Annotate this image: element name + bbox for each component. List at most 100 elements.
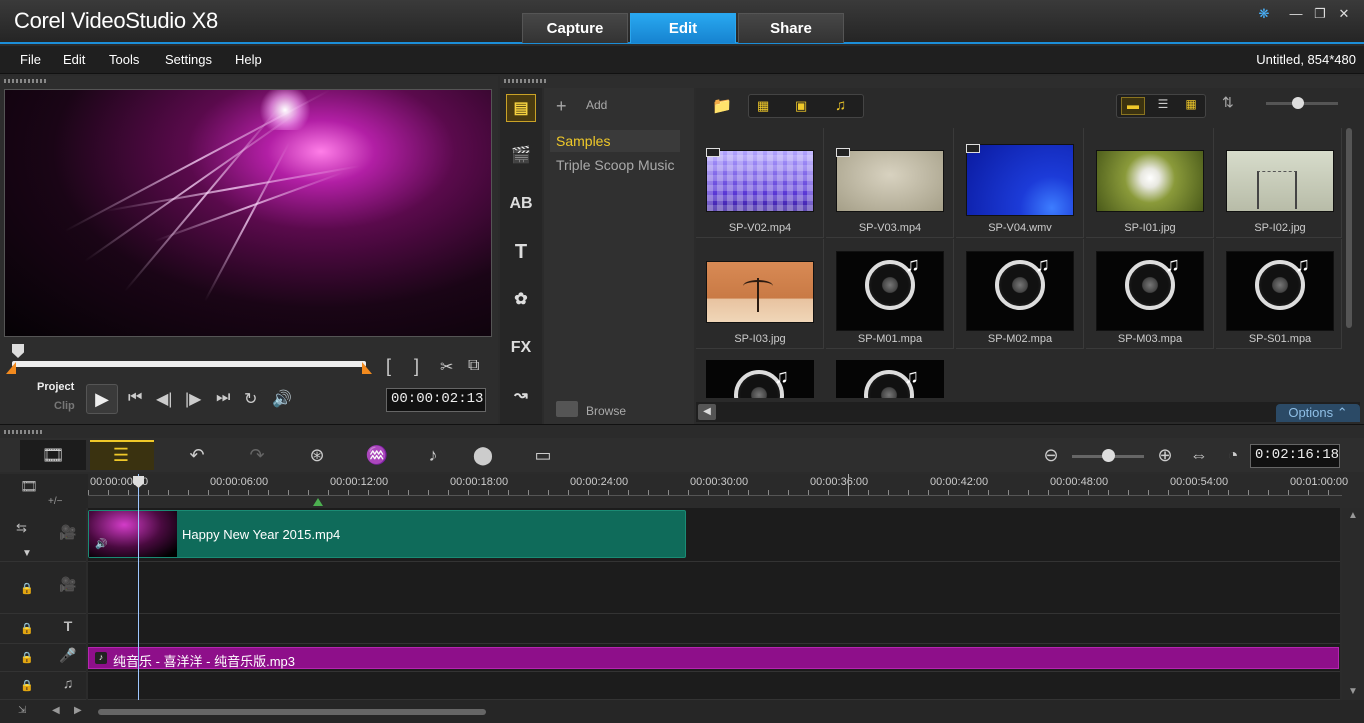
- fit-project-icon[interactable]: ⇔: [1182, 442, 1216, 468]
- help-icon[interactable]: ❋: [1254, 6, 1274, 22]
- lock-icon[interactable]: 🔒: [20, 582, 34, 595]
- timeline-vscroll[interactable]: ▲ ▼: [1342, 508, 1364, 700]
- tab-capture[interactable]: Capture: [522, 13, 628, 43]
- media-icon[interactable]: ▤: [506, 94, 536, 122]
- end-icon[interactable]: ⏭: [216, 389, 230, 407]
- show-videos-icon[interactable]: ▦: [757, 98, 779, 114]
- show-audio-icon[interactable]: ♫: [835, 97, 857, 114]
- chevron-down-icon[interactable]: ▼: [22, 548, 32, 559]
- library-item[interactable]: ♫: [836, 360, 944, 398]
- music-track[interactable]: [88, 672, 1340, 700]
- options-button[interactable]: Options ⌃: [1276, 404, 1360, 422]
- filter-icon[interactable]: FX: [506, 334, 536, 362]
- split-clip-icon[interactable]: ✂: [440, 357, 453, 377]
- marker-icon[interactable]: [313, 498, 323, 506]
- ripple-editing-icon[interactable]: ⇆: [16, 520, 27, 536]
- mode-project[interactable]: Project: [37, 381, 74, 393]
- motion-tracking-icon[interactable]: ⬤: [466, 442, 500, 468]
- duration-icon[interactable]: ◔: [1216, 442, 1250, 468]
- redo-icon[interactable]: ↷: [240, 442, 274, 468]
- graphic-icon[interactable]: ✿: [506, 286, 536, 314]
- restore-button[interactable]: ❐: [1310, 6, 1330, 22]
- folder-icon[interactable]: 📁: [712, 96, 734, 115]
- zoom-in-icon[interactable]: ⊕: [1148, 442, 1182, 468]
- mark-out-button[interactable]: ]: [414, 356, 419, 377]
- library-item[interactable]: SP-V04.wmv: [956, 128, 1084, 238]
- thumbnail-view-icon[interactable]: ▦: [1179, 97, 1203, 115]
- lock-icon[interactable]: 🔒: [20, 679, 34, 692]
- overlay-track[interactable]: [88, 562, 1340, 614]
- scrub-bar[interactable]: [12, 361, 366, 367]
- subtitle-editor-icon[interactable]: ▭: [526, 442, 560, 468]
- timeline-hscroll-thumb[interactable]: [98, 709, 486, 715]
- thumbnail-size-handle[interactable]: [1292, 97, 1304, 109]
- menu-help[interactable]: Help: [235, 52, 262, 67]
- zoom-handle[interactable]: [1102, 449, 1115, 462]
- library-item[interactable]: SP-V02.mp4: [696, 128, 824, 238]
- library-item[interactable]: SP-V03.mp4: [826, 128, 954, 238]
- add-remove-chapter[interactable]: +/−: [48, 496, 62, 507]
- title-track[interactable]: [88, 614, 1340, 644]
- playhead[interactable]: [138, 474, 139, 700]
- volume-icon[interactable]: 🔊: [272, 389, 292, 409]
- instant-project-icon[interactable]: 🎬: [506, 142, 536, 170]
- library-item[interactable]: SP-I02.jpg: [1216, 128, 1342, 238]
- tab-edit[interactable]: Edit: [630, 13, 736, 43]
- lock-icon[interactable]: 🔒: [20, 622, 34, 635]
- next-frame-icon[interactable]: |▶: [185, 389, 201, 409]
- scroll-left-icon[interactable]: ◀: [52, 705, 60, 716]
- menu-settings[interactable]: Settings: [165, 52, 212, 67]
- storyboard-view-icon[interactable]: ▬: [1121, 97, 1145, 115]
- path-icon[interactable]: ↝: [506, 382, 536, 410]
- record-capture-icon[interactable]: ⊛: [300, 442, 334, 468]
- zoom-out-icon[interactable]: ⊖: [1034, 442, 1068, 468]
- repeat-icon[interactable]: ↻: [244, 389, 257, 409]
- panel-grip[interactable]: [504, 79, 548, 83]
- video-clip[interactable]: 🔊 Happy New Year 2015.mp4: [88, 510, 686, 558]
- mode-clip[interactable]: Clip: [54, 400, 75, 412]
- add-folder-button[interactable]: Add: [586, 98, 607, 112]
- home-icon[interactable]: ⏮: [128, 389, 142, 407]
- panel-grip[interactable]: [4, 79, 48, 83]
- title-icon[interactable]: T: [506, 238, 536, 266]
- undo-icon[interactable]: ↶: [180, 442, 214, 468]
- video-track-icon[interactable]: 🎥: [54, 524, 82, 546]
- scroll-right-icon[interactable]: ▶: [74, 705, 82, 716]
- scroll-down-icon[interactable]: ▼: [1348, 686, 1358, 697]
- overlay-track-icon[interactable]: 🎥: [54, 576, 82, 598]
- library-item[interactable]: ♫: [706, 360, 814, 398]
- folder-samples[interactable]: Samples: [550, 130, 680, 152]
- menu-edit[interactable]: Edit: [63, 52, 85, 67]
- voice-track-icon[interactable]: 🎤: [54, 647, 82, 669]
- close-button[interactable]: ✕: [1334, 6, 1354, 22]
- panel-grip[interactable]: [4, 430, 44, 434]
- title-track-icon[interactable]: T: [54, 618, 82, 640]
- library-vscroll[interactable]: [1346, 128, 1352, 328]
- folder-triple-scoop-music[interactable]: Triple Scoop Music: [550, 154, 680, 176]
- music-track-icon[interactable]: ♫: [54, 675, 82, 697]
- track-manager-icon[interactable]: 🎞: [20, 478, 38, 495]
- timeline-ruler[interactable]: 00:00:00:00 00:00:06:00 00:00:12:00 00:0…: [88, 474, 1348, 506]
- library-item[interactable]: ♫ SP-S01.mpa: [1216, 239, 1342, 349]
- timecode-display[interactable]: 00:00:02:13: [386, 388, 486, 412]
- add-icon[interactable]: +: [556, 96, 567, 117]
- transition-icon[interactable]: AB: [506, 190, 536, 218]
- library-item[interactable]: SP-I01.jpg: [1086, 128, 1214, 238]
- scroll-left-icon[interactable]: ◀: [698, 404, 716, 420]
- minimize-button[interactable]: —: [1286, 6, 1306, 22]
- library-item[interactable]: SP-I03.jpg: [696, 239, 824, 349]
- show-photos-icon[interactable]: ▣: [795, 98, 817, 114]
- browse-icon[interactable]: [556, 401, 578, 417]
- track-options-icon[interactable]: ⇲: [18, 705, 26, 716]
- previous-frame-icon[interactable]: ◀|: [156, 389, 172, 409]
- sort-icon[interactable]: ⇅: [1222, 94, 1246, 118]
- menu-file[interactable]: File: [20, 52, 41, 67]
- mark-in-button[interactable]: [: [386, 356, 391, 377]
- library-item[interactable]: ♫ SP-M02.mpa: [956, 239, 1084, 349]
- audio-clip[interactable]: ♪ 纯音乐 - 喜洋洋 - 纯音乐版.mp3: [88, 647, 1339, 669]
- library-hscroll[interactable]: [696, 402, 1360, 422]
- browse-button[interactable]: Browse: [586, 404, 626, 418]
- list-view-icon[interactable]: ☰: [1151, 97, 1175, 115]
- lock-icon[interactable]: 🔒: [20, 651, 34, 664]
- tab-share[interactable]: Share: [738, 13, 844, 43]
